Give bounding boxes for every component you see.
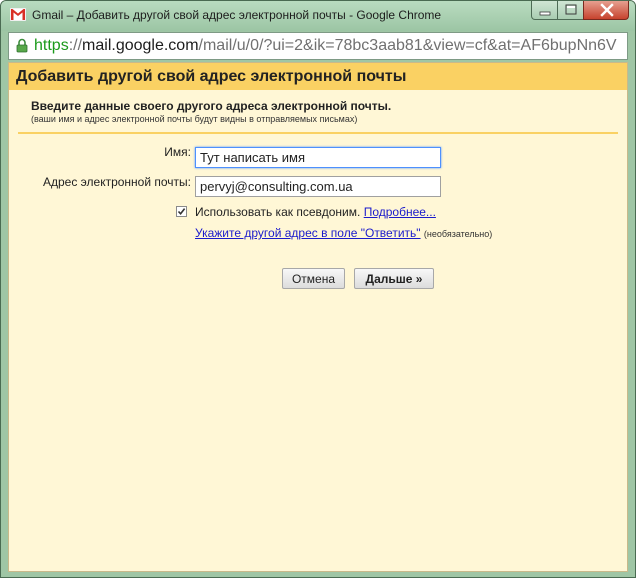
learn-more-link[interactable]: Подробнее... — [364, 205, 436, 219]
url-host: mail.google.com — [82, 37, 199, 54]
window-title: Gmail – Добавить другой свой адрес элект… — [32, 8, 442, 22]
alias-label: Использовать как псевдоним. — [195, 205, 361, 219]
name-label: Имя: — [164, 145, 191, 159]
divider — [18, 132, 618, 134]
reply-to-link[interactable]: Укажите другой адрес в поле "Ответить" — [195, 226, 421, 240]
lock-icon — [16, 38, 28, 53]
minimize-button[interactable] — [531, 1, 558, 20]
dialog-subtitle: Введите данные своего другого адреса эле… — [31, 99, 392, 113]
url-scheme: https — [34, 37, 69, 54]
title-bar[interactable]: Gmail – Добавить другой свой адрес элект… — [1, 1, 635, 31]
url-path: /mail/u/0/?ui=2&ik=78bc3aab81&view=cf&at… — [198, 37, 617, 54]
cancel-button[interactable]: Отмена — [282, 268, 345, 289]
alias-checkbox[interactable] — [176, 206, 187, 217]
alias-row: Использовать как псевдоним. Подробнее... — [195, 205, 436, 219]
minimize-icon — [539, 11, 551, 16]
email-input[interactable] — [195, 176, 441, 197]
page-title: Добавить другой свой адрес электронной п… — [16, 68, 407, 85]
url-text: https://mail.google.com/mail/u/0/?ui=2&i… — [34, 37, 617, 55]
checkmark-icon — [177, 208, 186, 216]
next-button[interactable]: Дальше » — [354, 268, 434, 289]
dialog-subnote: (ваши имя и адрес электронной почты буду… — [31, 114, 358, 124]
maximize-icon — [565, 4, 577, 15]
close-icon — [600, 3, 614, 17]
dialog-content: Добавить другой свой адрес электронной п… — [8, 62, 628, 572]
url-separator: :// — [68, 37, 83, 54]
name-input[interactable] — [195, 147, 441, 168]
maximize-button[interactable] — [557, 1, 584, 20]
browser-window: Gmail – Добавить другой свой адрес элект… — [0, 0, 636, 578]
gmail-logo-icon — [10, 8, 26, 21]
optional-note: (необязательно) — [423, 229, 493, 239]
reply-row: Укажите другой адрес в поле "Ответить" (… — [195, 226, 492, 240]
dialog-header: Добавить другой свой адрес электронной п… — [9, 63, 627, 90]
address-bar[interactable]: https://mail.google.com/mail/u/0/?ui=2&i… — [8, 32, 628, 60]
close-button[interactable] — [583, 1, 629, 20]
email-label: Адрес электронной почты: — [42, 175, 191, 189]
